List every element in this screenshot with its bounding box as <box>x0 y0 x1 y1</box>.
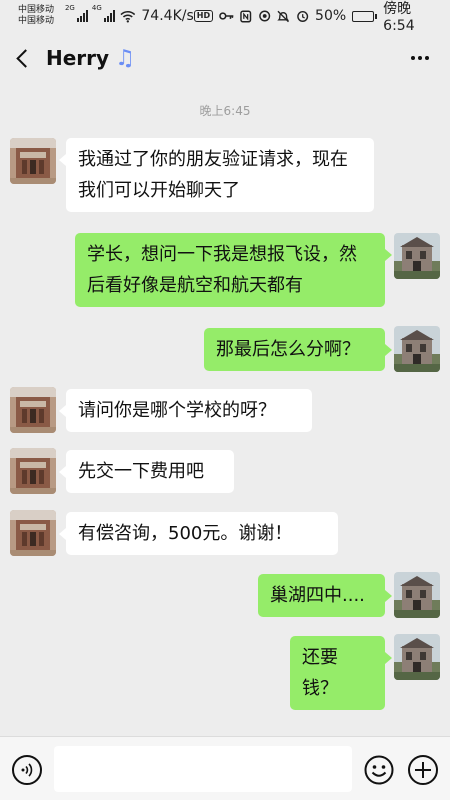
message-timestamp: 晚上6:45 <box>199 104 251 118</box>
chat-title: Herry <box>46 46 110 70</box>
message-input[interactable] <box>54 746 352 792</box>
battery-percent: 50% <box>315 8 347 24</box>
clock: 傍晚6:54 <box>383 1 415 34</box>
network-speed: 74.4K/s <box>141 8 194 24</box>
signal-icon <box>76 10 88 22</box>
carrier-2: 中国移动 <box>18 16 55 26</box>
hd-badge: HD <box>193 10 214 22</box>
mute-icon <box>277 10 290 22</box>
message-bubble-sent[interactable]: 那最后怎么分啊？ <box>204 328 392 371</box>
network-type-2: 4G <box>91 4 102 12</box>
message-bubble-received[interactable]: 我通过了你的朋友验证请求，现在我们可以开始聊天了 <box>59 138 374 212</box>
plus-icon[interactable] <box>408 755 438 785</box>
signal-icon-2 <box>103 10 115 22</box>
more-dots-icon <box>411 56 415 60</box>
voice-button[interactable] <box>12 755 42 785</box>
wifi-icon <box>120 10 135 23</box>
eye-icon <box>259 10 271 22</box>
chat-header: Herry ♫ <box>0 32 450 84</box>
contact-avatar[interactable] <box>10 387 56 433</box>
my-avatar[interactable] <box>394 572 440 618</box>
key-icon <box>219 12 234 20</box>
alarm-icon <box>296 10 308 22</box>
back-button[interactable] <box>0 32 44 84</box>
my-avatar[interactable] <box>394 233 440 279</box>
message-bubble-received[interactable]: 先交一下费用吧 <box>59 450 234 493</box>
network-type-1: 2G <box>64 4 75 12</box>
message-bubble-sent[interactable]: 巢湖四中.... <box>258 574 392 617</box>
my-avatar[interactable] <box>394 634 440 680</box>
carrier-1: 中国移动 <box>18 5 55 15</box>
music-note-icon: ♫ <box>115 45 135 71</box>
carrier-labels: 中国移动 中国移动 <box>18 5 63 27</box>
chevron-left-icon <box>15 48 35 68</box>
nfc-icon <box>240 10 252 22</box>
message-bubble-received[interactable]: 请问你是哪个学校的呀？ <box>59 389 312 432</box>
message-bubble-received[interactable]: 有偿咨询，500元。谢谢！ <box>59 512 338 555</box>
voice-icon <box>21 763 33 777</box>
status-bar: 中国移动 中国移动 2G 4G 74.4K/s HD 50% 傍晚6:54 <box>0 0 450 34</box>
message-bubble-sent[interactable]: 还要钱？ <box>290 636 392 710</box>
contact-avatar[interactable] <box>10 138 56 184</box>
emoji-icon[interactable] <box>364 755 394 785</box>
contact-avatar[interactable] <box>10 510 56 556</box>
message-bubble-sent[interactable]: 学长，想问一下我是想报飞设，然后看好像是航空和航天都有 <box>75 233 392 307</box>
message-list[interactable]: 晚上6:45 我通过了你的朋友验证请求，现在我们可以开始聊天了 学长，想问一下我… <box>0 84 450 736</box>
my-avatar[interactable] <box>394 326 440 372</box>
battery-icon <box>352 10 378 22</box>
contact-avatar[interactable] <box>10 448 56 494</box>
more-options-button[interactable] <box>390 32 450 84</box>
chat-input-bar <box>0 736 450 800</box>
